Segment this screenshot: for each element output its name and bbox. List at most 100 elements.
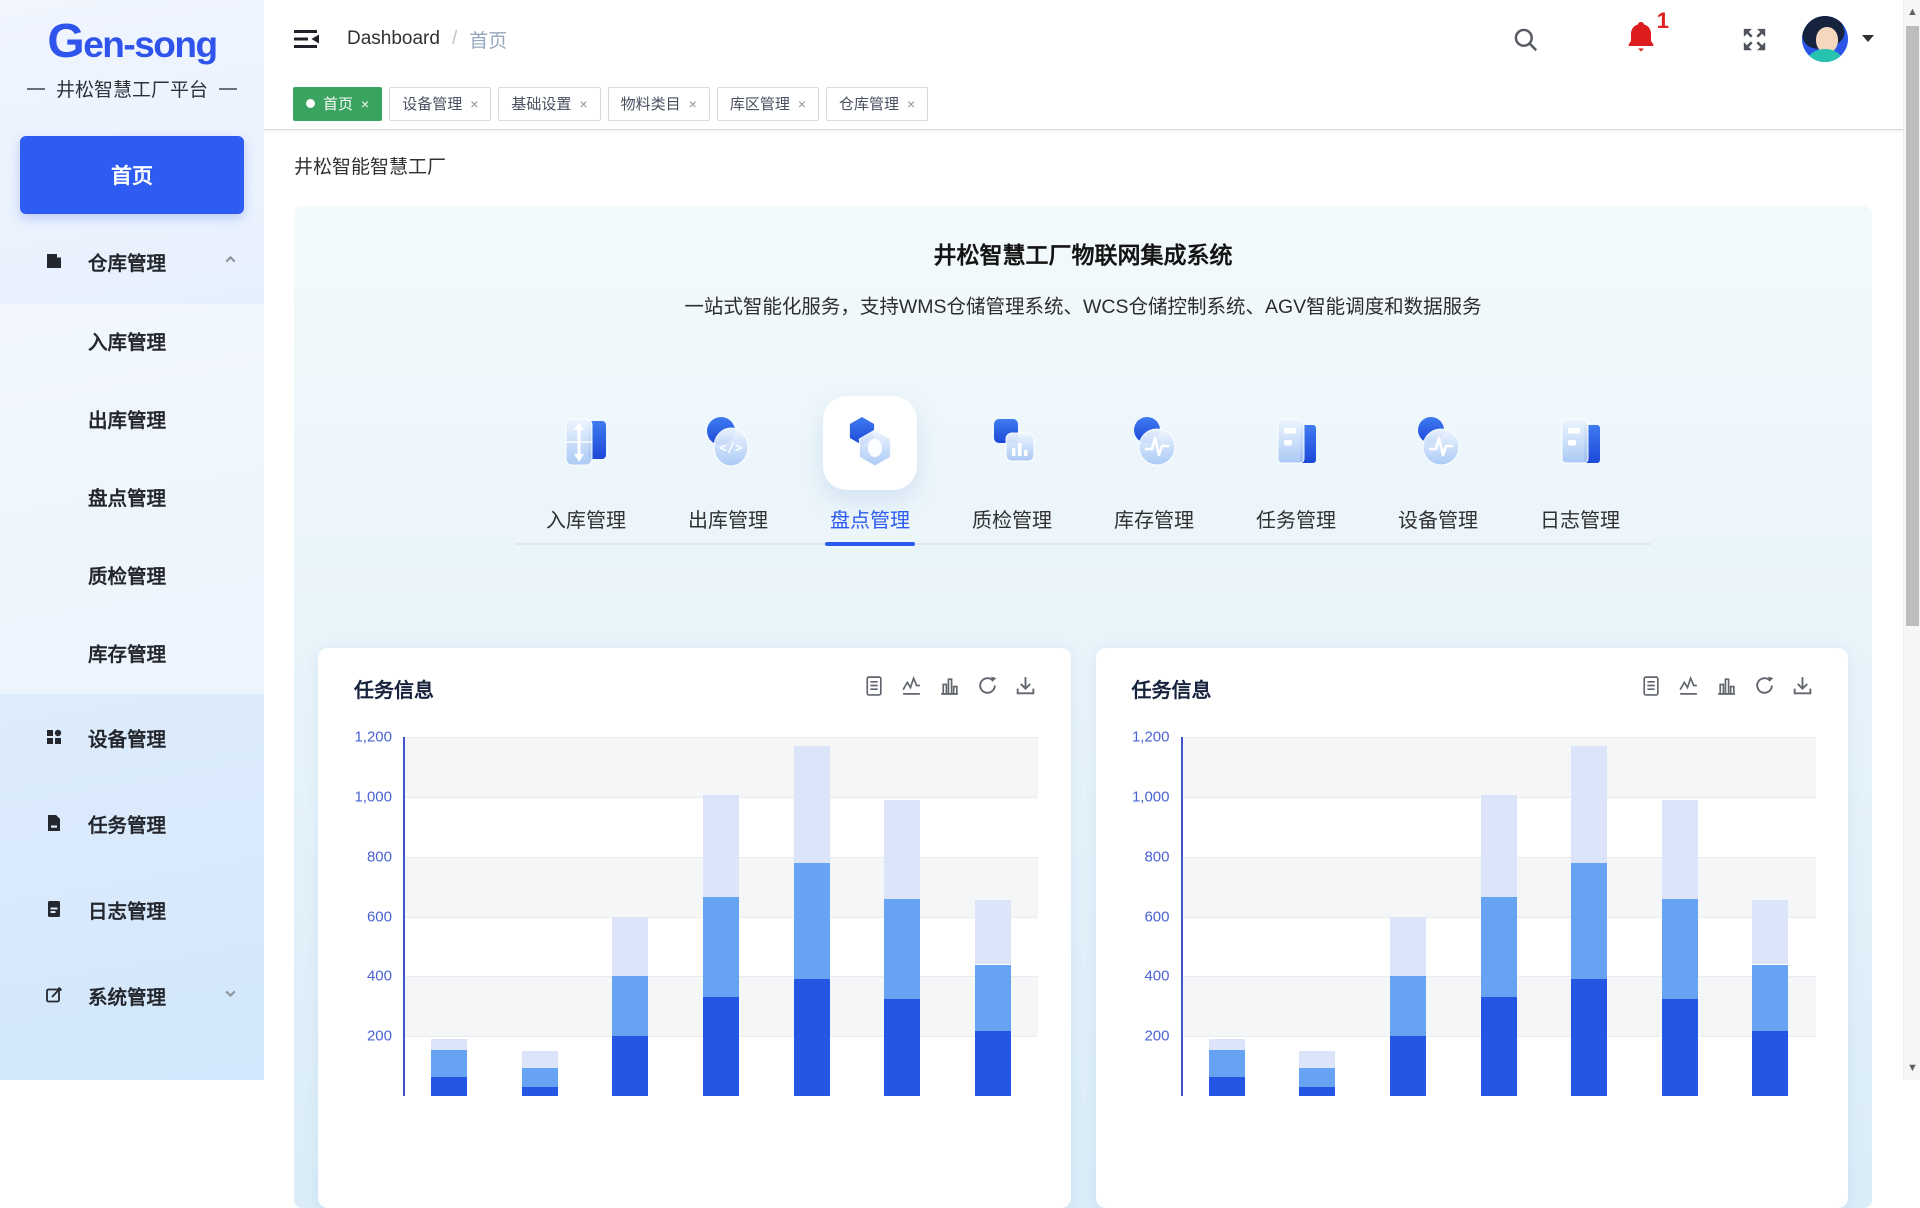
- bar-segment: [1390, 917, 1426, 977]
- y-axis-tick-label: 200: [1110, 1028, 1170, 1045]
- log-book-icon: [44, 899, 64, 919]
- module-质检管理[interactable]: 质检管理: [941, 396, 1083, 533]
- scroll-up-arrow[interactable]: ▲: [1904, 6, 1920, 18]
- sidebar-subitem-库存管理[interactable]: 库存管理: [0, 616, 264, 694]
- bar-segment: [431, 1050, 467, 1077]
- logo: Gen-song 井松智慧工厂平台: [0, 0, 264, 102]
- task-info-card-1: 2004006008001,0001,200任务信息: [318, 648, 1071, 1208]
- active-tab-dot: [306, 99, 315, 108]
- tab-首页[interactable]: 首页×: [293, 87, 382, 121]
- module-出库管理[interactable]: </>出库管理: [657, 396, 799, 533]
- sidebar-subitem-出库管理[interactable]: 出库管理: [0, 382, 264, 460]
- bar-segment: [1571, 746, 1607, 863]
- main-content: 井松智能智慧工厂 井松智慧工厂物联网集成系统 一站式智能化服务，支持WMS仓储管…: [264, 130, 1903, 1080]
- outbound-icon: </>: [681, 396, 775, 490]
- bell-icon: [1625, 20, 1657, 59]
- tab-仓库管理[interactable]: 仓库管理 ×: [826, 87, 928, 121]
- notification-bell[interactable]: 1: [1625, 20, 1657, 59]
- stocktake-icon: [823, 396, 917, 490]
- tabs-bar: 首页×设备管理×基础设置×物料类目×库区管理×仓库管理×: [264, 78, 1903, 130]
- tab-close-icon[interactable]: ×: [907, 97, 915, 111]
- chevron-down-icon[interactable]: [1861, 30, 1875, 48]
- tab-close-icon[interactable]: ×: [470, 97, 478, 111]
- sidebar-item-label: 任务管理: [88, 809, 166, 838]
- breadcrumb-dashboard[interactable]: Dashboard: [347, 28, 440, 50]
- device-icon: [1391, 396, 1485, 490]
- sidebar-item-label: 系统管理: [88, 981, 166, 1010]
- y-axis-tick-label: 600: [1110, 908, 1170, 925]
- bar-segment: [884, 899, 920, 999]
- sidebar-subitem-入库管理[interactable]: 入库管理: [0, 304, 264, 382]
- inbound-icon: [539, 396, 633, 490]
- bar-segment: [703, 997, 739, 1096]
- chevron-down-icon: [223, 984, 238, 1007]
- gridline: [404, 737, 1038, 738]
- quality-icon: [965, 396, 1059, 490]
- sidebar-item-任务管理[interactable]: 任务管理: [0, 780, 264, 866]
- module-设备管理[interactable]: 设备管理: [1367, 396, 1509, 533]
- chevron-up-icon: [223, 250, 238, 273]
- bar-segment: [431, 1039, 467, 1050]
- fullscreen-icon[interactable]: [1741, 26, 1768, 53]
- sidebar-item-日志管理[interactable]: 日志管理: [0, 866, 264, 952]
- scrollbar-thumb[interactable]: [1906, 26, 1919, 626]
- bar-segment: [612, 976, 648, 1036]
- module-任务管理[interactable]: 任务管理: [1225, 396, 1367, 533]
- module-库存管理[interactable]: 库存管理: [1083, 396, 1225, 533]
- module-日志管理[interactable]: 日志管理: [1509, 396, 1651, 533]
- tab-close-icon[interactable]: ×: [798, 97, 806, 111]
- sidebar-subitem-盘点管理[interactable]: 盘点管理: [0, 460, 264, 538]
- bar-segment: [794, 863, 830, 980]
- bar-segment: [1752, 900, 1788, 964]
- y-axis-tick-label: 800: [332, 848, 392, 865]
- bar-segment: [1390, 976, 1426, 1036]
- module-入库管理[interactable]: 入库管理: [515, 396, 657, 533]
- module-divider: [515, 543, 1651, 545]
- bar-segment: [1662, 800, 1698, 899]
- tab-close-icon[interactable]: ×: [579, 97, 587, 111]
- avatar[interactable]: [1802, 16, 1848, 62]
- breadcrumb-separator: /: [452, 28, 457, 50]
- bar-segment: [884, 999, 920, 1096]
- log-icon: [1533, 396, 1627, 490]
- bar-segment: [1390, 1036, 1426, 1096]
- tab-label: 设备管理: [402, 93, 462, 114]
- y-axis-tick-label: 400: [332, 968, 392, 985]
- scroll-down-arrow[interactable]: ▼: [1904, 1062, 1920, 1074]
- sidebar-subitem-质检管理[interactable]: 质检管理: [0, 538, 264, 616]
- tab-label: 物料类目: [621, 93, 681, 114]
- search-icon[interactable]: [1512, 26, 1539, 53]
- bar-segment: [1752, 1031, 1788, 1096]
- tab-label: 库区管理: [730, 93, 790, 114]
- tab-close-icon[interactable]: ×: [689, 97, 697, 111]
- menu-fold-icon[interactable]: [293, 27, 321, 51]
- tab-设备管理[interactable]: 设备管理 ×: [389, 87, 491, 121]
- tab-物料类目[interactable]: 物料类目 ×: [608, 87, 710, 121]
- sidebar-item-label: 设备管理: [88, 723, 166, 752]
- sidebar-item-设备管理[interactable]: 设备管理: [0, 694, 264, 780]
- stacked-bar-chart: 2004006008001,0001,200: [1096, 648, 1849, 1208]
- y-axis-tick-label: 1,000: [332, 788, 392, 805]
- sidebar-menu: 仓库管理入库管理出库管理盘点管理质检管理库存管理设备管理任务管理日志管理系统管理: [0, 218, 264, 1038]
- bar-segment: [975, 965, 1011, 1031]
- active-module-underline: [825, 542, 915, 546]
- sidebar-item-home[interactable]: 首页: [20, 136, 244, 214]
- tab-库区管理[interactable]: 库区管理 ×: [717, 87, 819, 121]
- sidebar-item-仓库管理[interactable]: 仓库管理: [0, 218, 264, 304]
- tab-close-icon[interactable]: ×: [361, 97, 369, 111]
- sidebar-item-label: 日志管理: [88, 895, 166, 924]
- module-label: 盘点管理: [830, 504, 910, 533]
- tab-label: 仓库管理: [839, 93, 899, 114]
- module-盘点管理[interactable]: 盘点管理: [799, 396, 941, 533]
- tab-基础设置[interactable]: 基础设置×: [498, 87, 600, 121]
- submenu-仓库管理: 入库管理出库管理盘点管理质检管理库存管理: [0, 304, 264, 694]
- gridline: [1182, 737, 1816, 738]
- page-scrollbar[interactable]: ▲ ▼: [1903, 0, 1920, 1080]
- bar-segment: [1662, 899, 1698, 999]
- y-axis-tick-label: 400: [1110, 968, 1170, 985]
- bar-segment: [1481, 897, 1517, 997]
- y-axis-tick-label: 1,200: [332, 729, 392, 746]
- y-axis-tick-label: 1,000: [1110, 788, 1170, 805]
- svg-text:</>: </>: [719, 441, 743, 456]
- sidebar-item-系统管理[interactable]: 系统管理: [0, 952, 264, 1038]
